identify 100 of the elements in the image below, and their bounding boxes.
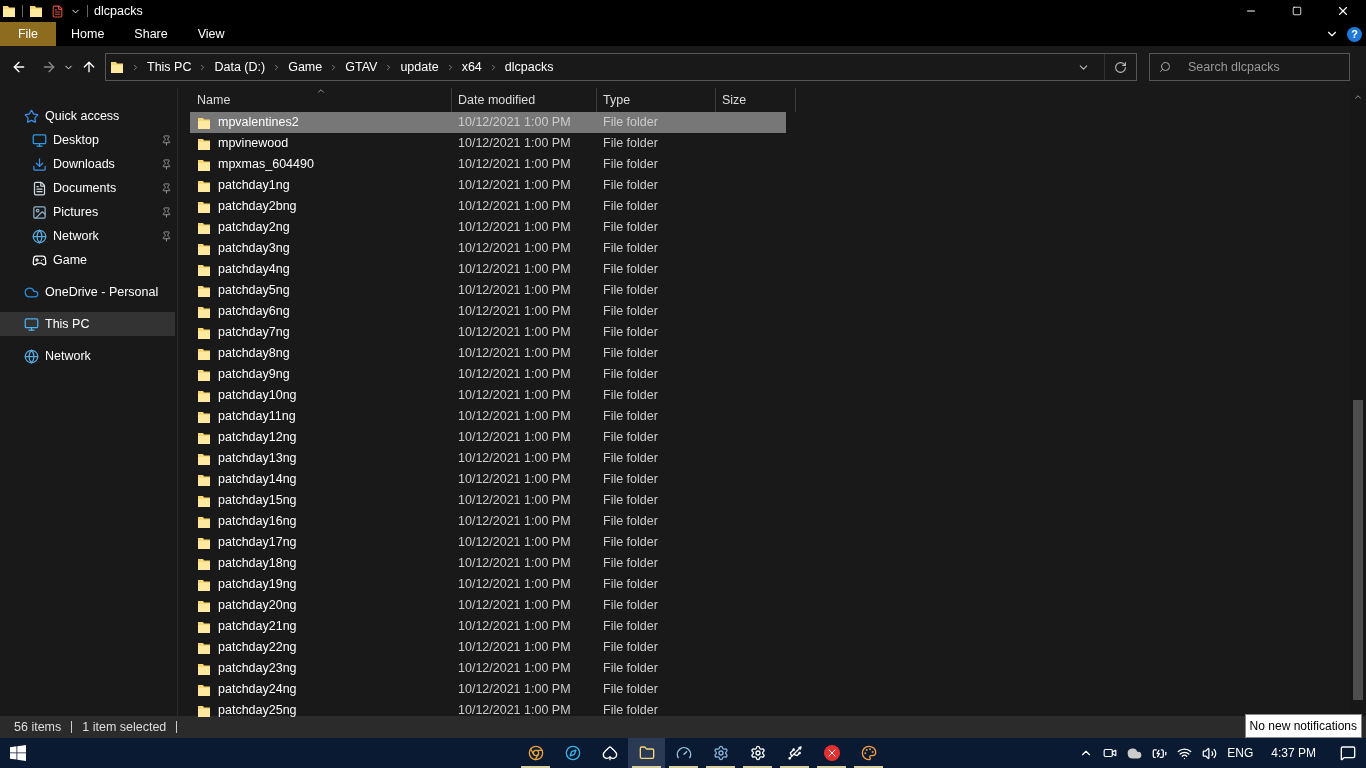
file-row[interactable]: patchday18ng 10/12/2021 1:00 PM File folder — [190, 553, 786, 574]
file-row[interactable]: patchday23ng 10/12/2021 1:00 PM File folder — [190, 658, 786, 679]
sidebar-item[interactable]: Desktop — [0, 128, 175, 152]
sidebar-item[interactable]: Network — [0, 224, 175, 248]
file-row[interactable]: patchday12ng 10/12/2021 1:00 PM File folder — [190, 427, 786, 448]
folder-icon — [197, 283, 211, 298]
notification-icon[interactable] — [1340, 745, 1356, 761]
sidebar-item[interactable]: Documents — [0, 176, 175, 200]
refresh-icon[interactable] — [1114, 60, 1127, 74]
type-cell-text: File folder — [602, 450, 659, 468]
file-row[interactable]: patchday19ng 10/12/2021 1:00 PM File folder — [190, 574, 786, 595]
file-row[interactable]: patchday1ng 10/12/2021 1:00 PM File folder — [190, 175, 786, 196]
folder-icon — [197, 430, 211, 445]
back-icon[interactable] — [11, 59, 27, 75]
breadcrumb[interactable]: dlcpacks — [504, 57, 554, 77]
folder-icon — [197, 241, 211, 256]
file-name: patchday4ng — [218, 261, 290, 279]
breadcrumb[interactable]: x64 — [461, 57, 482, 77]
date-cell-text: 10/12/2021 1:00 PM — [457, 597, 572, 615]
help-button[interactable]: ? — [1347, 26, 1362, 42]
file-row[interactable]: patchday22ng 10/12/2021 1:00 PM File folder — [190, 637, 786, 658]
folder-icon — [197, 178, 211, 193]
file-row[interactable]: patchday25ng 10/12/2021 1:00 PM File folder — [190, 700, 786, 721]
type-cell-text: File folder — [602, 639, 659, 657]
wifi-icon[interactable] — [1177, 745, 1193, 761]
file-row[interactable]: patchday3ng 10/12/2021 1:00 PM File folder — [190, 238, 786, 259]
pin-icon[interactable] — [161, 230, 172, 242]
file-row[interactable]: patchday11ng 10/12/2021 1:00 PM File folder — [190, 406, 786, 427]
sidebar-item[interactable]: Pictures — [0, 200, 175, 224]
file-name: patchday21ng — [218, 618, 297, 636]
sidebar-item[interactable]: Game — [0, 248, 175, 272]
file-row[interactable]: patchday9ng 10/12/2021 1:00 PM File folder — [190, 364, 786, 385]
file-row[interactable]: mpvalentines2 10/12/2021 1:00 PM File folder — [190, 112, 786, 133]
breadcrumb[interactable]: update — [400, 57, 439, 77]
date-cell-text: 10/12/2021 1:00 PM — [457, 681, 572, 699]
sidebar-item[interactable]: Downloads — [0, 152, 175, 176]
file-row[interactable]: patchday7ng 10/12/2021 1:00 PM File folder — [190, 322, 786, 343]
language-indicator[interactable]: ENG — [1227, 744, 1254, 762]
folder-icon — [197, 220, 211, 235]
file-row[interactable]: mpxmas_604490 10/12/2021 1:00 PM File folder — [190, 154, 786, 175]
sidebar-item[interactable]: Network — [0, 344, 175, 368]
pin-icon[interactable] — [161, 182, 172, 194]
volume-icon[interactable] — [1202, 745, 1218, 761]
chevron-icon — [131, 62, 140, 72]
file-row[interactable]: patchday10ng 10/12/2021 1:00 PM File folder — [190, 385, 786, 406]
file-row[interactable]: patchday8ng 10/12/2021 1:00 PM File folder — [190, 343, 786, 364]
cloud-icon[interactable] — [1127, 745, 1143, 761]
properties-icon[interactable] — [51, 4, 64, 18]
ribbon-tab[interactable]: File — [0, 22, 56, 46]
file-row[interactable]: patchday2ng 10/12/2021 1:00 PM File folder — [190, 217, 786, 238]
file-row[interactable]: patchday21ng 10/12/2021 1:00 PM File folder — [190, 616, 786, 637]
date-cell-text: 10/12/2021 1:00 PM — [457, 345, 572, 363]
file-row[interactable]: patchday24ng 10/12/2021 1:00 PM File folder — [190, 679, 786, 700]
sidebar-label: Network — [45, 347, 91, 365]
file-row[interactable]: patchday4ng 10/12/2021 1:00 PM File folder — [190, 259, 786, 280]
pin-icon[interactable] — [161, 134, 172, 146]
file-row[interactable]: patchday16ng 10/12/2021 1:00 PM File folder — [190, 511, 786, 532]
file-name: patchday19ng — [218, 576, 297, 594]
picture-icon — [32, 204, 47, 220]
ribbon-tab[interactable]: Home — [56, 22, 120, 46]
file-row[interactable]: patchday5ng 10/12/2021 1:00 PM File folder — [190, 280, 786, 301]
folder-icon — [197, 157, 211, 172]
folder-icon — [197, 451, 211, 466]
search-field[interactable]: Search dlcpacks — [1149, 53, 1350, 81]
date-cell-text: 10/12/2021 1:00 PM — [457, 534, 572, 552]
ribbon-tab[interactable]: Share — [119, 22, 183, 46]
scroll-up-icon[interactable] — [1352, 92, 1363, 102]
sidebar-item[interactable]: OneDrive - Personal — [0, 280, 175, 304]
file-row[interactable]: patchday20ng 10/12/2021 1:00 PM File folder — [190, 595, 786, 616]
date-cell-text: 10/12/2021 1:00 PM — [457, 576, 572, 594]
file-row[interactable]: mpvinewood 10/12/2021 1:00 PM File folder — [190, 133, 786, 154]
start-icon[interactable] — [10, 745, 26, 761]
sidebar-label: Network — [53, 227, 99, 245]
taskbar-app[interactable] — [628, 738, 665, 768]
file-row[interactable]: patchday15ng 10/12/2021 1:00 PM File folder — [190, 490, 786, 511]
pin-icon[interactable] — [161, 158, 172, 170]
breadcrumb[interactable]: GTAV — [345, 57, 378, 77]
file-name: patchday8ng — [218, 345, 290, 363]
sidebar-item[interactable]: Quick access — [0, 104, 175, 128]
breadcrumb[interactable]: This PC — [147, 57, 192, 77]
file-row[interactable]: patchday13ng 10/12/2021 1:00 PM File folder — [190, 448, 786, 469]
address-bar[interactable]: This PC Data (D:) Game GTAV update x64 dlcpacks — [105, 53, 1137, 81]
file-row[interactable]: patchday6ng 10/12/2021 1:00 PM File folder — [190, 301, 786, 322]
ribbon-tab[interactable]: View — [182, 22, 240, 46]
clock[interactable]: 4:37 PM — [1271, 744, 1316, 762]
file-name: patchday2ng — [218, 219, 290, 237]
type-cell-text: File folder — [602, 387, 659, 405]
pin-icon[interactable] — [161, 206, 172, 218]
up-icon[interactable] — [81, 59, 97, 75]
file-row[interactable]: patchday17ng 10/12/2021 1:00 PM File folder — [190, 532, 786, 553]
camera-icon[interactable] — [1103, 746, 1118, 760]
forward-icon[interactable] — [41, 59, 57, 75]
type-cell-text: File folder — [602, 303, 659, 321]
file-row[interactable]: patchday14ng 10/12/2021 1:00 PM File folder — [190, 469, 786, 490]
breadcrumb[interactable]: Data (D:) — [214, 57, 266, 77]
breadcrumb[interactable]: Game — [288, 57, 323, 77]
scroll-thumb[interactable] — [1352, 400, 1363, 700]
file-row[interactable]: patchday2bng 10/12/2021 1:00 PM File folder — [190, 196, 786, 217]
file-name: mpvalentines2 — [218, 114, 299, 132]
sidebar-item[interactable]: This PC — [0, 312, 175, 336]
